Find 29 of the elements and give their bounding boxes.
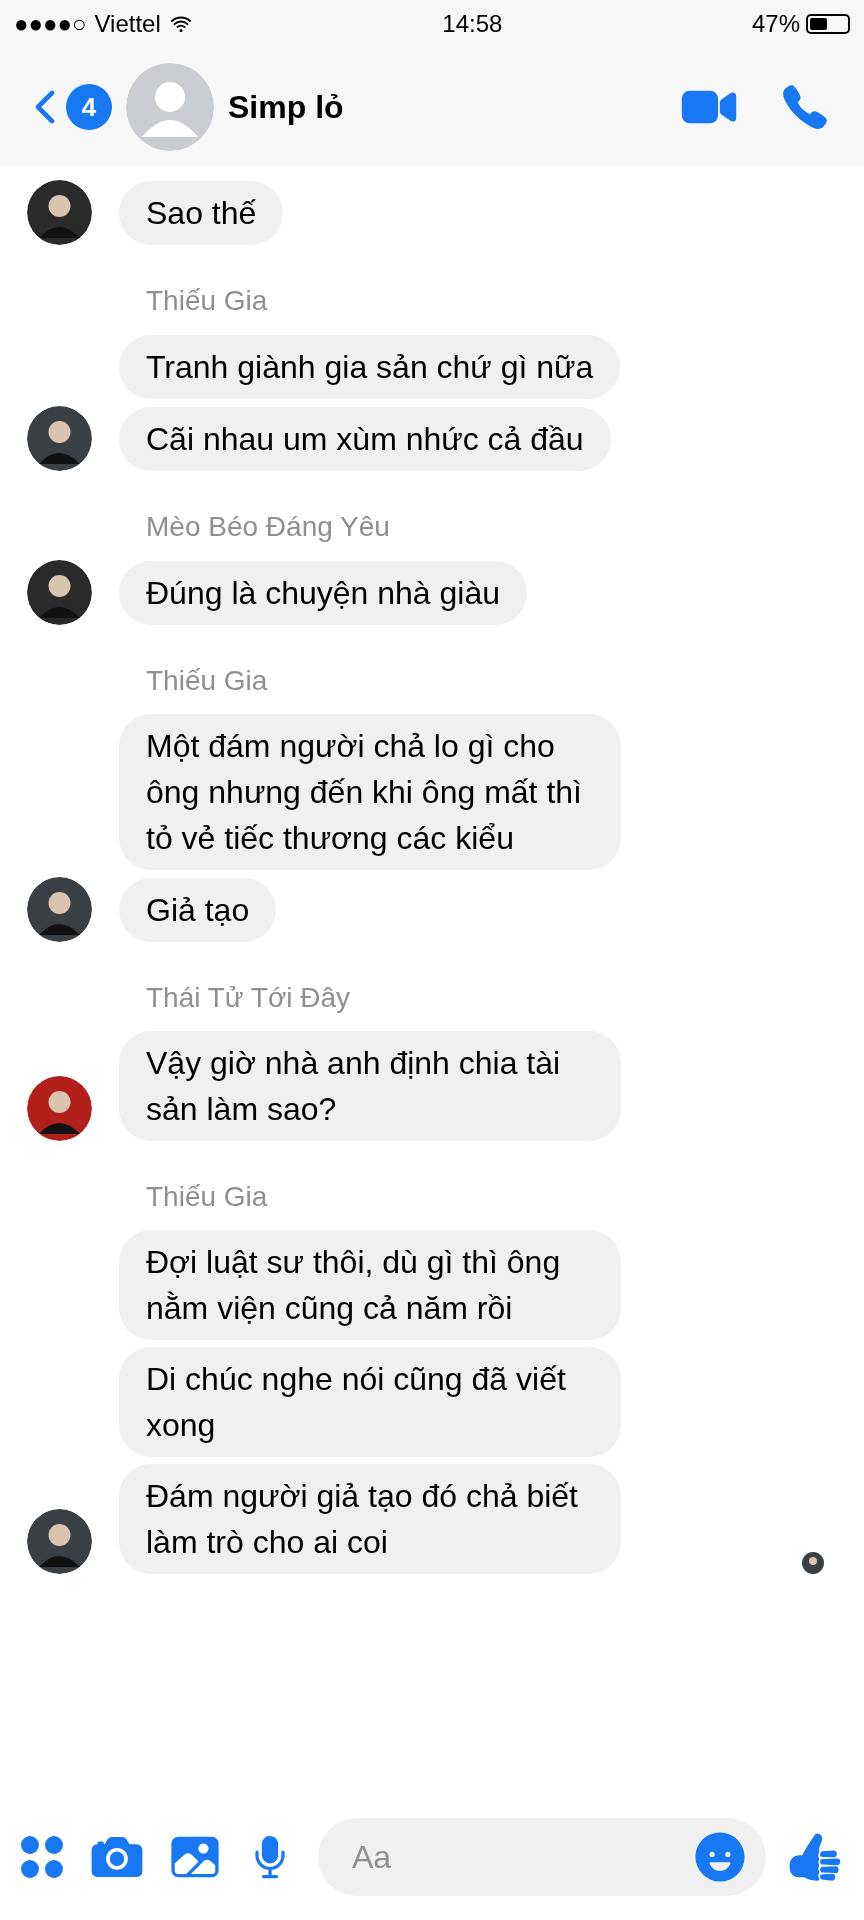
signal-dots: ●●●●○ (14, 10, 87, 38)
chat-title: Simp lỏ (228, 88, 345, 126)
unread-badge: 4 (66, 84, 112, 130)
sender-name: Thiếu Gia (146, 285, 268, 317)
message-bubble: Đợi luật sư thôi, dù gì thì ông nằm viện cũng cả năm rồi (119, 1230, 621, 1340)
emoji-icon[interactable] (692, 1829, 748, 1885)
sender-name: Thiếu Gia (146, 665, 268, 697)
message-bubble: Di chúc nghe nói cũng đã viết xong (119, 1347, 621, 1457)
message-bubble: Đám người giả tạo đó chả biết làm trò cho ai coi (119, 1464, 621, 1574)
sender-name: Mèo Béo Đáng Yêu (146, 511, 390, 543)
sender-name: Thiếu Gia (146, 1181, 268, 1213)
battery-icon (806, 14, 850, 34)
message-input[interactable]: Aa (318, 1818, 766, 1896)
sender-name: Thái Tử Tới Đây (146, 982, 351, 1014)
phone-icon[interactable] (780, 82, 830, 132)
message-bubble: Giả tạo (119, 878, 277, 942)
message-bubble: Đúng là chuyện nhà giàu (119, 561, 528, 625)
clock: 14:58 (442, 10, 503, 38)
message-bubble: Tranh giành gia sản chứ gì nữa (119, 335, 621, 399)
apps-grid-icon[interactable] (18, 1833, 66, 1881)
carrier-name: Viettel (94, 10, 161, 38)
message-bubble: Một đám người chả lo gì cho ông nhưng đến khi ông mất thì tỏ vẻ tiếc thương các kiểu (119, 714, 621, 870)
message-bubble: Cãi nhau um xùm nhức cả đầu (119, 407, 611, 471)
message-bubble: Sao thế (119, 181, 284, 245)
battery-percent: 47% (751, 10, 800, 38)
like-button[interactable] (788, 1830, 842, 1884)
seen-avatar (802, 1552, 824, 1574)
message-bubble: Vậy giờ nhà anh định chia tài sản làm sao? (119, 1031, 621, 1141)
back-button[interactable]: 4 (20, 82, 112, 132)
